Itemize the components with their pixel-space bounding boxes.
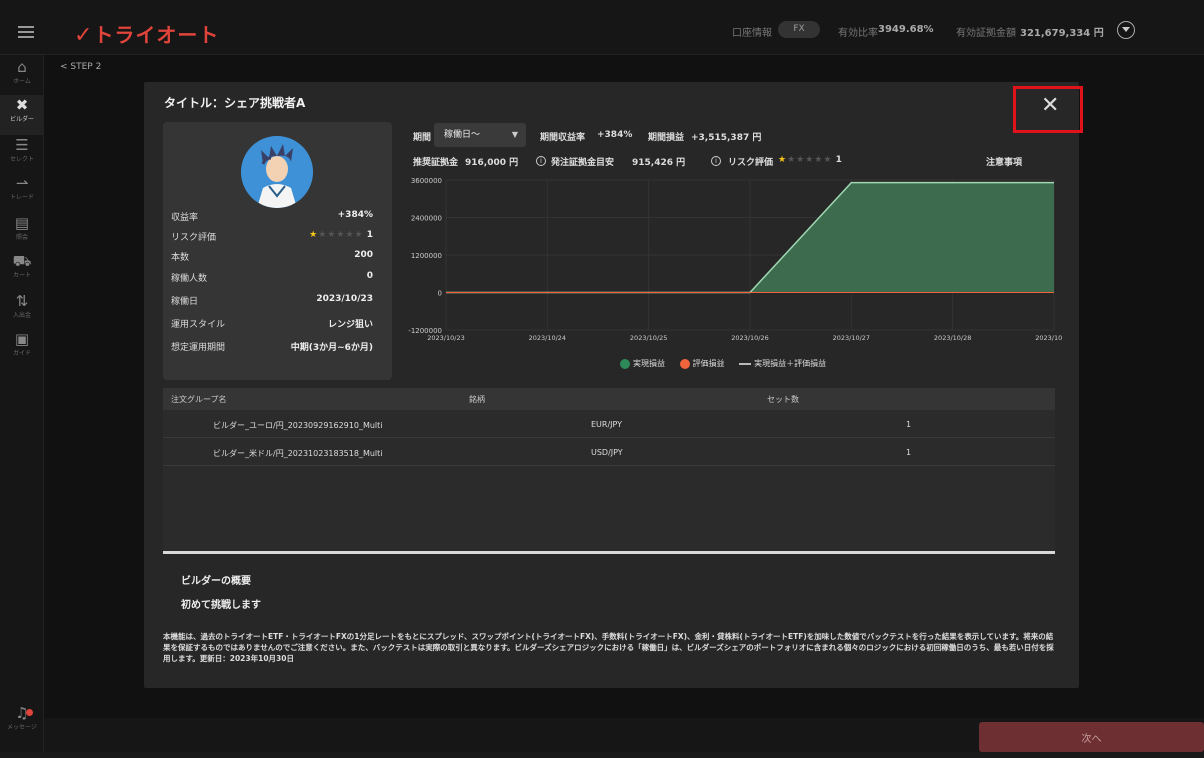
share-detail-modal: タイトル：シェア挑戦者A ✕ 収益率 +384% リスク評価 ★★★★★★ 1 … bbox=[144, 82, 1083, 688]
chart-legend: 実現損益 評価損益 実現損益＋評価損益 bbox=[620, 358, 838, 369]
x-tick-label: 2023/10/26 bbox=[731, 334, 768, 342]
app-frame: ✓トライオート 口座情報 FX 有効比率 3949.68% 有効証拠金額 321… bbox=[0, 0, 1204, 752]
sidebar-item-history[interactable]: ▤ 照会 bbox=[0, 213, 44, 253]
notes-link[interactable]: 注意事項 bbox=[986, 155, 1022, 168]
valid-margin-label: 有効証拠金額 bbox=[956, 28, 1016, 39]
avatar bbox=[241, 136, 313, 208]
x-tick-label: 2023/10/27 bbox=[833, 334, 870, 342]
x-tick-label: 2023/10/28 bbox=[934, 334, 971, 342]
sidebar-item-guide[interactable]: ▣ ガイド bbox=[0, 329, 44, 369]
valid-margin-value: 321,679,334 円 bbox=[1020, 28, 1104, 39]
sidebar-item-builder[interactable]: ✖ ビルダー bbox=[0, 95, 44, 135]
profile-card: 収益率 +384% リスク評価 ★★★★★★ 1 本数 200 稼働人数 0 稼… bbox=[163, 122, 392, 380]
period-label: 期間 bbox=[413, 133, 432, 143]
risk-stars: ★★★★★★ 1 bbox=[778, 155, 842, 165]
margin-ratio-value: 3949.68% bbox=[878, 24, 934, 35]
disclaimer-text: 本機能は、過去のトライオートETF・トライオートFXの1分足レートをもとにスプレ… bbox=[163, 632, 1054, 663]
select-icon: ☰ bbox=[15, 136, 29, 154]
close-icon: ✕ bbox=[1041, 93, 1060, 118]
close-button[interactable]: ✕ bbox=[1013, 86, 1083, 133]
profile-row-count: 本数 200 bbox=[171, 250, 373, 263]
sidebar-item-transfer[interactable]: ⇅ 入出金 bbox=[0, 291, 44, 331]
x-tick-label: 2023/10/23 bbox=[427, 334, 464, 342]
rec-margin-label: 推奨証拠金 bbox=[413, 158, 459, 168]
sidebar-item-select[interactable]: ☰ セレクト bbox=[0, 135, 44, 175]
account-dropdown-icon[interactable] bbox=[1117, 21, 1135, 39]
summary-text: 初めて挑戦します bbox=[181, 600, 261, 611]
profile-row-return: 収益率 +384% bbox=[171, 210, 373, 223]
profile-row-period: 想定運用期間 中期(3か月~6か月) bbox=[171, 343, 373, 353]
sidebar: ⌂ ホーム ✖ ビルダー ☰ セレクト ⇀ トレード ▤ 照会 ⛟ カート ⇅ … bbox=[0, 55, 44, 752]
transfer-icon: ⇅ bbox=[15, 292, 29, 310]
legend-unrealized: 評価損益 bbox=[679, 358, 725, 369]
sidebar-item-cart[interactable]: ⛟ カート bbox=[0, 251, 44, 291]
trade-icon: ⇀ bbox=[15, 174, 29, 192]
pl-chart: 3600000240000012000000-12000002023/10/23… bbox=[408, 177, 1062, 342]
y-tick-label: 0 bbox=[438, 290, 442, 298]
next-button[interactable]: 次へ bbox=[979, 722, 1204, 752]
period-return-value: +384% bbox=[597, 130, 633, 140]
info-icon[interactable]: i bbox=[536, 156, 546, 166]
app-logo[interactable]: ✓トライオート bbox=[74, 19, 219, 48]
order-group-table: 注文グループ名 銘柄 セット数 ビルダー_ユーロ/円_2023092916291… bbox=[163, 388, 1055, 552]
x-tick-label: 2023/10/29 bbox=[1035, 334, 1062, 342]
x-tick-label: 2023/10/25 bbox=[630, 334, 667, 342]
account-info-label[interactable]: 口座情報 bbox=[732, 24, 772, 39]
modal-title: タイトル：シェア挑戦者A bbox=[164, 96, 306, 110]
sidebar-item-message[interactable]: ♫ メッセージ bbox=[0, 703, 44, 743]
notification-dot bbox=[26, 709, 33, 716]
chevron-down-icon: ▼ bbox=[511, 130, 518, 139]
back-step-link[interactable]: < STEP 2 bbox=[60, 62, 101, 72]
table-row[interactable]: ビルダー_ユーロ/円_20230929162910_Multi EUR/JPY … bbox=[163, 410, 1055, 438]
y-tick-label: 2400000 bbox=[411, 215, 442, 223]
guide-icon: ▣ bbox=[14, 330, 30, 348]
y-tick-label: 1200000 bbox=[411, 252, 442, 260]
fx-chip[interactable]: FX bbox=[778, 21, 820, 38]
y-tick-label: 3600000 bbox=[411, 177, 442, 185]
profile-row-style: 運用スタイル レンジ狙い bbox=[171, 320, 373, 330]
x-tick-label: 2023/10/24 bbox=[529, 334, 566, 342]
top-bar: ✓トライオート 口座情報 FX 有効比率 3949.68% 有効証拠金額 321… bbox=[0, 0, 1204, 55]
sidebar-item-trade[interactable]: ⇀ トレード bbox=[0, 173, 44, 213]
summary-heading: ビルダーの概要 bbox=[181, 576, 251, 587]
legend-realized: 実現損益 bbox=[620, 358, 665, 369]
legend-total: 実現損益＋評価損益 bbox=[739, 359, 826, 368]
order-margin-label: 発注証拠金目安 bbox=[551, 158, 615, 168]
period-pl-value: +3,515,387 円 bbox=[691, 133, 762, 143]
sidebar-item-home[interactable]: ⌂ ホーム bbox=[0, 57, 44, 97]
menu-icon[interactable] bbox=[18, 26, 34, 38]
history-icon: ▤ bbox=[14, 214, 30, 232]
bell-icon: ♫ bbox=[15, 704, 29, 722]
order-margin-value: 915,426 円 bbox=[632, 158, 686, 168]
info-icon[interactable]: i bbox=[711, 156, 721, 166]
table-row[interactable]: ビルダー_米ドル/円_20231023183518_Multi USD/JPY … bbox=[163, 438, 1055, 466]
period-select[interactable]: 稼働日〜 ▼ bbox=[434, 123, 526, 147]
risk-stars: ★★★★★★ bbox=[309, 230, 364, 240]
cart-icon: ⛟ bbox=[12, 252, 32, 270]
section-divider bbox=[163, 551, 1055, 554]
margin-ratio-label: 有効比率 bbox=[838, 28, 878, 39]
profile-row-risk: リスク評価 ★★★★★★ 1 bbox=[171, 230, 373, 243]
period-return-label: 期間収益率 bbox=[540, 133, 586, 143]
rec-margin-value: 916,000 円 bbox=[465, 158, 519, 168]
profile-row-start-date: 稼働日 2023/10/23 bbox=[171, 294, 373, 307]
table-header: 注文グループ名 銘柄 セット数 bbox=[163, 388, 1055, 410]
builder-icon: ✖ bbox=[15, 96, 29, 114]
period-pl-label: 期間損益 bbox=[648, 133, 685, 143]
home-icon: ⌂ bbox=[17, 58, 27, 76]
profile-row-users: 稼働人数 0 bbox=[171, 271, 373, 284]
risk-label: リスク評価 bbox=[728, 158, 774, 168]
